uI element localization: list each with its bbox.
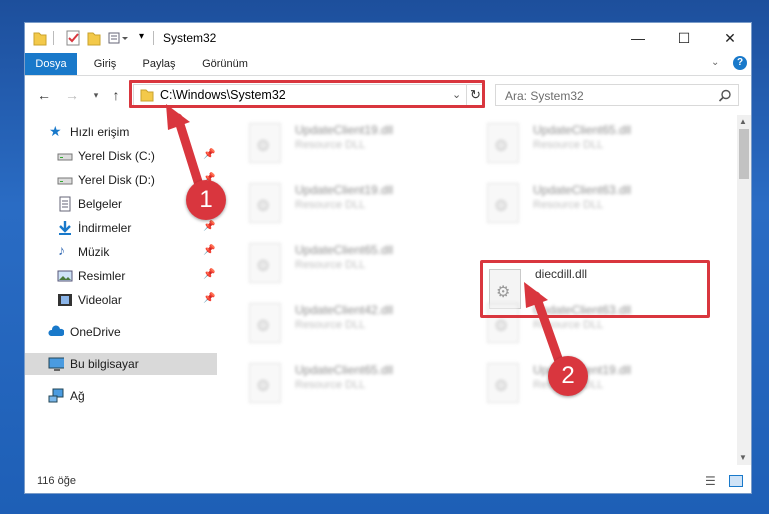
- callout-two: 2: [548, 356, 588, 396]
- annotation-arrows: [166, 104, 565, 369]
- callout-one: 1: [186, 180, 226, 220]
